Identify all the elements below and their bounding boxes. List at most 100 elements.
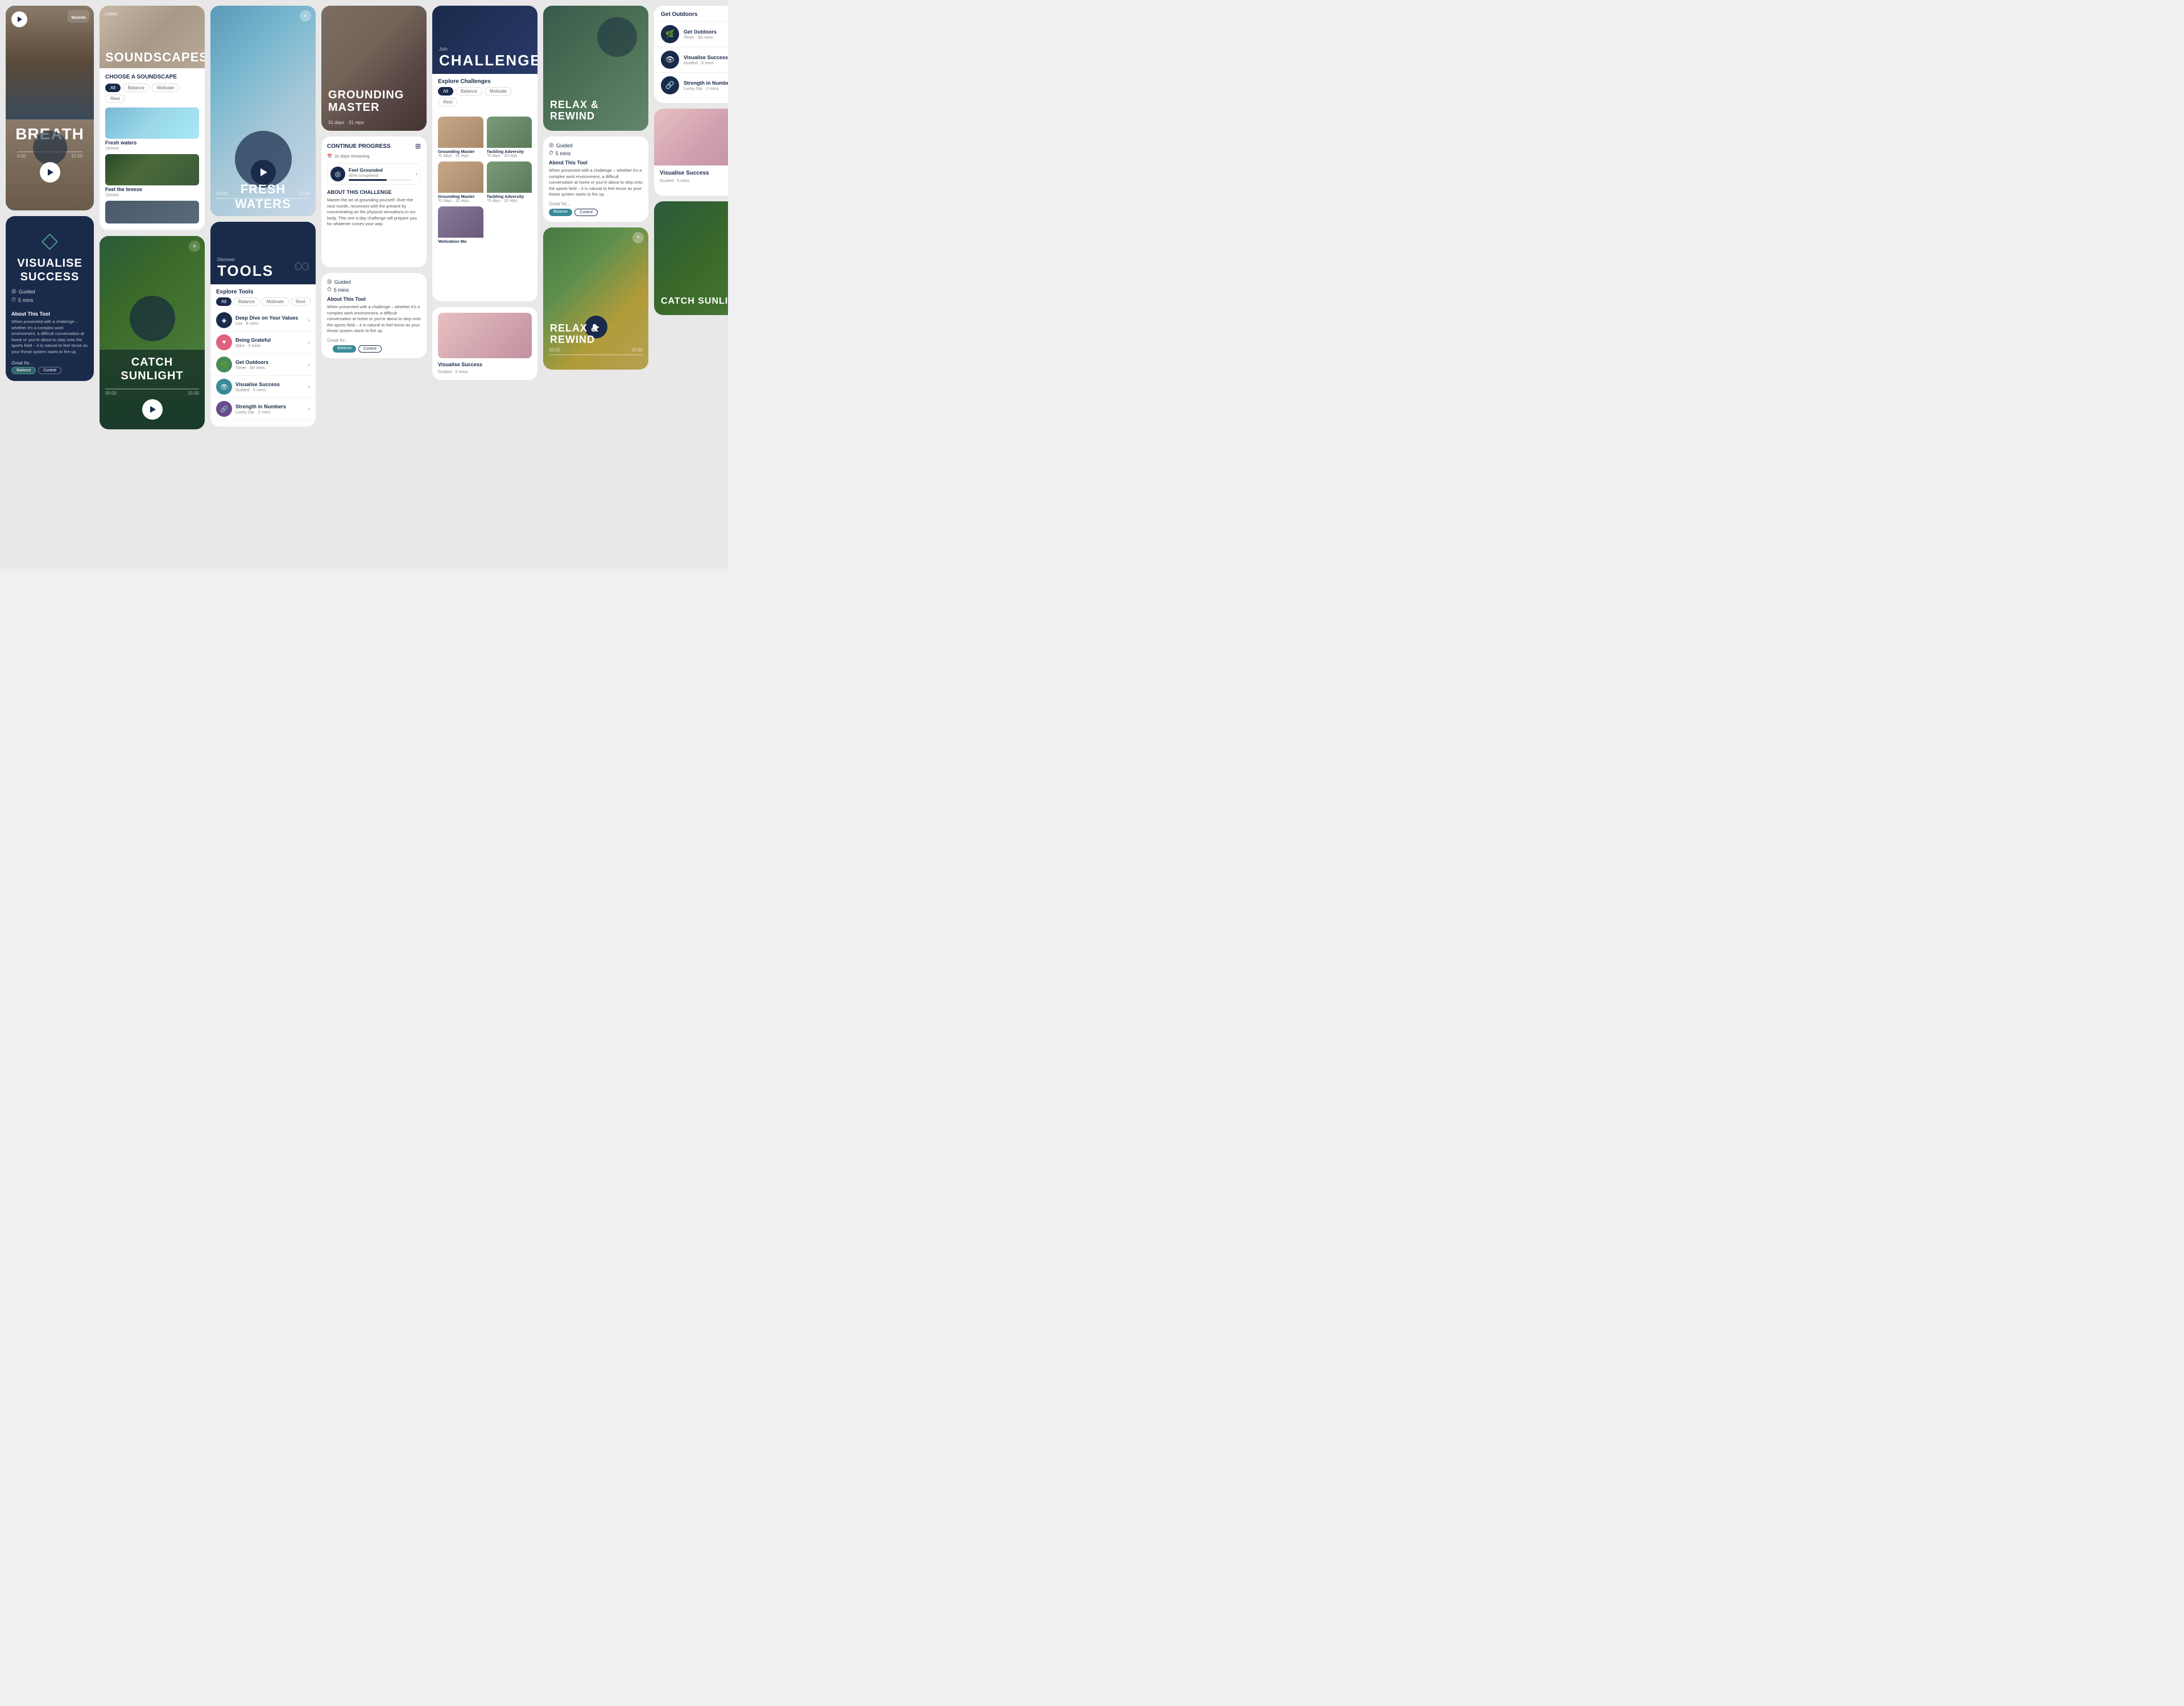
tool-balance-tag[interactable]: Balance: [333, 345, 356, 353]
grounding-thumb-2[interactable]: Grounding Master 31 days · 31 reps: [438, 162, 483, 203]
ca-about-title: About This Tool: [549, 160, 643, 165]
relax2-time-start: 00:00: [549, 347, 560, 353]
vs-header-img: [654, 109, 728, 165]
explore-tools-title: Explore Tools: [210, 284, 316, 297]
fresh-waters-duration: 15mins: [105, 146, 199, 151]
relax2-close-btn[interactable]: ×: [632, 232, 644, 243]
tool-outdoors-meta: Timer · 60 mins: [235, 365, 305, 370]
column-3: × 00:00 15:00 FRESH WATERS Discover: [210, 6, 316, 563]
adversity-thumb-2[interactable]: Tackling Adversity 20 days · 20 reps: [487, 162, 532, 203]
tli-outdoors-meta: Timer · 60 mins: [684, 35, 728, 40]
tools-pill-all[interactable]: All: [216, 297, 231, 306]
challenge-about-card: ◎ Guided ⏱ 5 mins About This Tool When p…: [543, 136, 648, 222]
breath-time-end: 15:00: [71, 154, 82, 159]
grounding-days-1: 31 days · 31 reps: [438, 154, 483, 158]
ca-balance-tag[interactable]: Balance: [549, 209, 572, 216]
tli-strength[interactable]: 🔗 Strength in Numbers Lucky Dip · 2 mins…: [654, 73, 728, 98]
challenge-chevron[interactable]: ›: [416, 171, 417, 177]
ca-control-tag[interactable]: Control: [574, 209, 598, 216]
soundscapes-card: Listen SOUNDSCAPES CHOOSE A SOUNDSCAPE A…: [100, 6, 205, 230]
tli-outdoors-name: Get Outdoors: [684, 29, 728, 35]
tool-control-tag[interactable]: Control: [358, 345, 382, 353]
column-2: Listen SOUNDSCAPES CHOOSE A SOUNDSCAPE A…: [100, 6, 205, 563]
grounding-title: GROUNDING MASTER: [328, 89, 420, 114]
control-tag[interactable]: Control: [38, 367, 61, 374]
tool-visualise-meta: Guided · 5 mins: [235, 387, 305, 392]
listen-label: Listen: [105, 11, 117, 16]
ca-tags: Balance Control: [549, 209, 643, 216]
catch-sunlight-close[interactable]: ×: [189, 241, 200, 252]
pill-all[interactable]: All: [105, 84, 121, 92]
pill-rest[interactable]: Rest: [105, 94, 125, 103]
mins-row: ⏱ 5 mins: [11, 297, 88, 303]
grounding-img-1: [438, 117, 483, 148]
tool-item-visualise[interactable]: 👁 Visualise Success Guided · 5 mins ›: [210, 376, 316, 398]
fresh-waters-item: Fresh waters 15mins: [105, 107, 199, 151]
challenge-pct: 60% completed: [349, 173, 412, 178]
balance-tag[interactable]: Balance: [11, 367, 36, 374]
challenges-pill-all[interactable]: All: [438, 87, 453, 96]
fresh-waters-close[interactable]: ×: [300, 10, 311, 22]
pill-balance[interactable]: Balance: [123, 84, 150, 92]
fresh-play-button[interactable]: [251, 160, 276, 185]
tli-visualise[interactable]: 👁 Visualise Success Guided · 5 mins ›: [654, 47, 728, 73]
visualise-title: VISUALISE SUCCESS: [6, 256, 94, 284]
motivation-thumb[interactable]: Motivation Mo: [438, 206, 483, 244]
catch-play-button[interactable]: [142, 399, 163, 420]
guided-row: ◎ Guided: [11, 288, 88, 295]
soundscapes-title: SOUNDSCAPES: [105, 51, 205, 64]
tli-strength-name: Strength in Numbers: [684, 80, 728, 86]
guided-label: Guided: [19, 289, 35, 295]
tool-item-strength[interactable]: 🔗 Strength in Numbers Lucky Dip · 2 mins…: [210, 398, 316, 420]
grounding-thumb-1[interactable]: Grounding Master 31 days · 31 reps: [438, 117, 483, 158]
tools-pill-motivate[interactable]: Motivate: [262, 297, 289, 306]
fresh-waters-bg: × 00:00 15:00 FRESH WATERS: [210, 6, 316, 216]
values-chevron: ›: [308, 317, 310, 324]
fresh-waters-label: Fresh waters: [105, 140, 199, 146]
done-label: Sounds: [71, 16, 86, 20]
tags-row: Balance Control: [6, 367, 94, 374]
soundscapes-nav: 🏠 Home 🔧 Tools 🎯 Challenges 🎵 Sounds 📍: [100, 229, 205, 230]
adversity-img-2: [487, 162, 532, 193]
tli-visualise-meta: Guided · 5 mins: [684, 60, 728, 65]
tool-values-info: Deep Dive on Your Values List · 8 mins: [235, 315, 305, 326]
ca-about-text: When presented with a challenge – whethe…: [549, 168, 643, 198]
challenge-bar-fill: [349, 179, 387, 181]
relax2-time-end: 15:00: [631, 347, 643, 353]
relax-title-1: RELAX & REWIND: [550, 100, 642, 122]
tli-outdoors[interactable]: 🌿 Get Outdoors Timer · 60 mins ›: [654, 22, 728, 47]
catch-time-end: 15:00: [188, 391, 199, 396]
done-btn[interactable]: Sounds: [68, 10, 89, 23]
challenges-pill-balance[interactable]: Balance: [456, 87, 482, 96]
tools-pill-balance[interactable]: Balance: [233, 297, 260, 306]
challenge-bar: [349, 179, 412, 181]
adversity-thumb-1[interactable]: Tackling Adversity 20 days · 20 reps: [487, 117, 532, 158]
tool-about-title: About This Tool: [327, 296, 421, 302]
relax2-bar: [549, 354, 643, 355]
choose-title: CHOOSE A SOUNDSCAPE: [105, 74, 199, 80]
grounding-img-2: [438, 162, 483, 193]
tool-item-outdoors[interactable]: 🌿 Get Outdoors Timer · 60 mins ›: [210, 354, 316, 376]
tool-grateful-name: Being Grateful: [235, 337, 305, 343]
tools-pill-rest[interactable]: Rest: [291, 297, 310, 306]
tool-values-meta: List · 8 mins: [235, 321, 305, 326]
grateful-chevron: ›: [308, 339, 310, 346]
column-5: Join CHALLENGES Explore Challenges All B…: [432, 6, 537, 563]
breath-bg-bottom: BREATH 0:00 15:00: [6, 119, 94, 210]
pill-motivate[interactable]: Motivate: [152, 84, 179, 92]
feel-breeze-item: Feel the breeze 15mins: [105, 154, 199, 197]
tli-visualise-icon: 👁: [661, 51, 679, 69]
small-play-button[interactable]: [11, 11, 27, 27]
about-challenge-title: ABOUT THIS CHALLENGE: [327, 189, 421, 195]
challenges-pill-motivate[interactable]: Motivate: [485, 87, 512, 96]
visualise-success-detail-card: Visualise Success Guided 5 mins: [654, 109, 728, 196]
tool-item-grateful[interactable]: ♥ Being Grateful Q&A · 3 mins ›: [210, 332, 316, 354]
vs-mins: 5 mins: [677, 178, 689, 183]
progress-expand-icon[interactable]: ⊞: [415, 142, 421, 150]
challenges-pill-rest[interactable]: Rest: [438, 98, 457, 106]
breath-play-button[interactable]: [40, 162, 60, 183]
get-outdoors-list-card: Get Outdoors 🌿 Get Outdoors Timer · 60 m…: [654, 6, 728, 103]
breath-circle: [33, 131, 67, 165]
tool-strength-name: Strength in Numbers: [235, 404, 305, 409]
tool-item-values[interactable]: ◈ Deep Dive on Your Values List · 8 mins…: [210, 309, 316, 332]
